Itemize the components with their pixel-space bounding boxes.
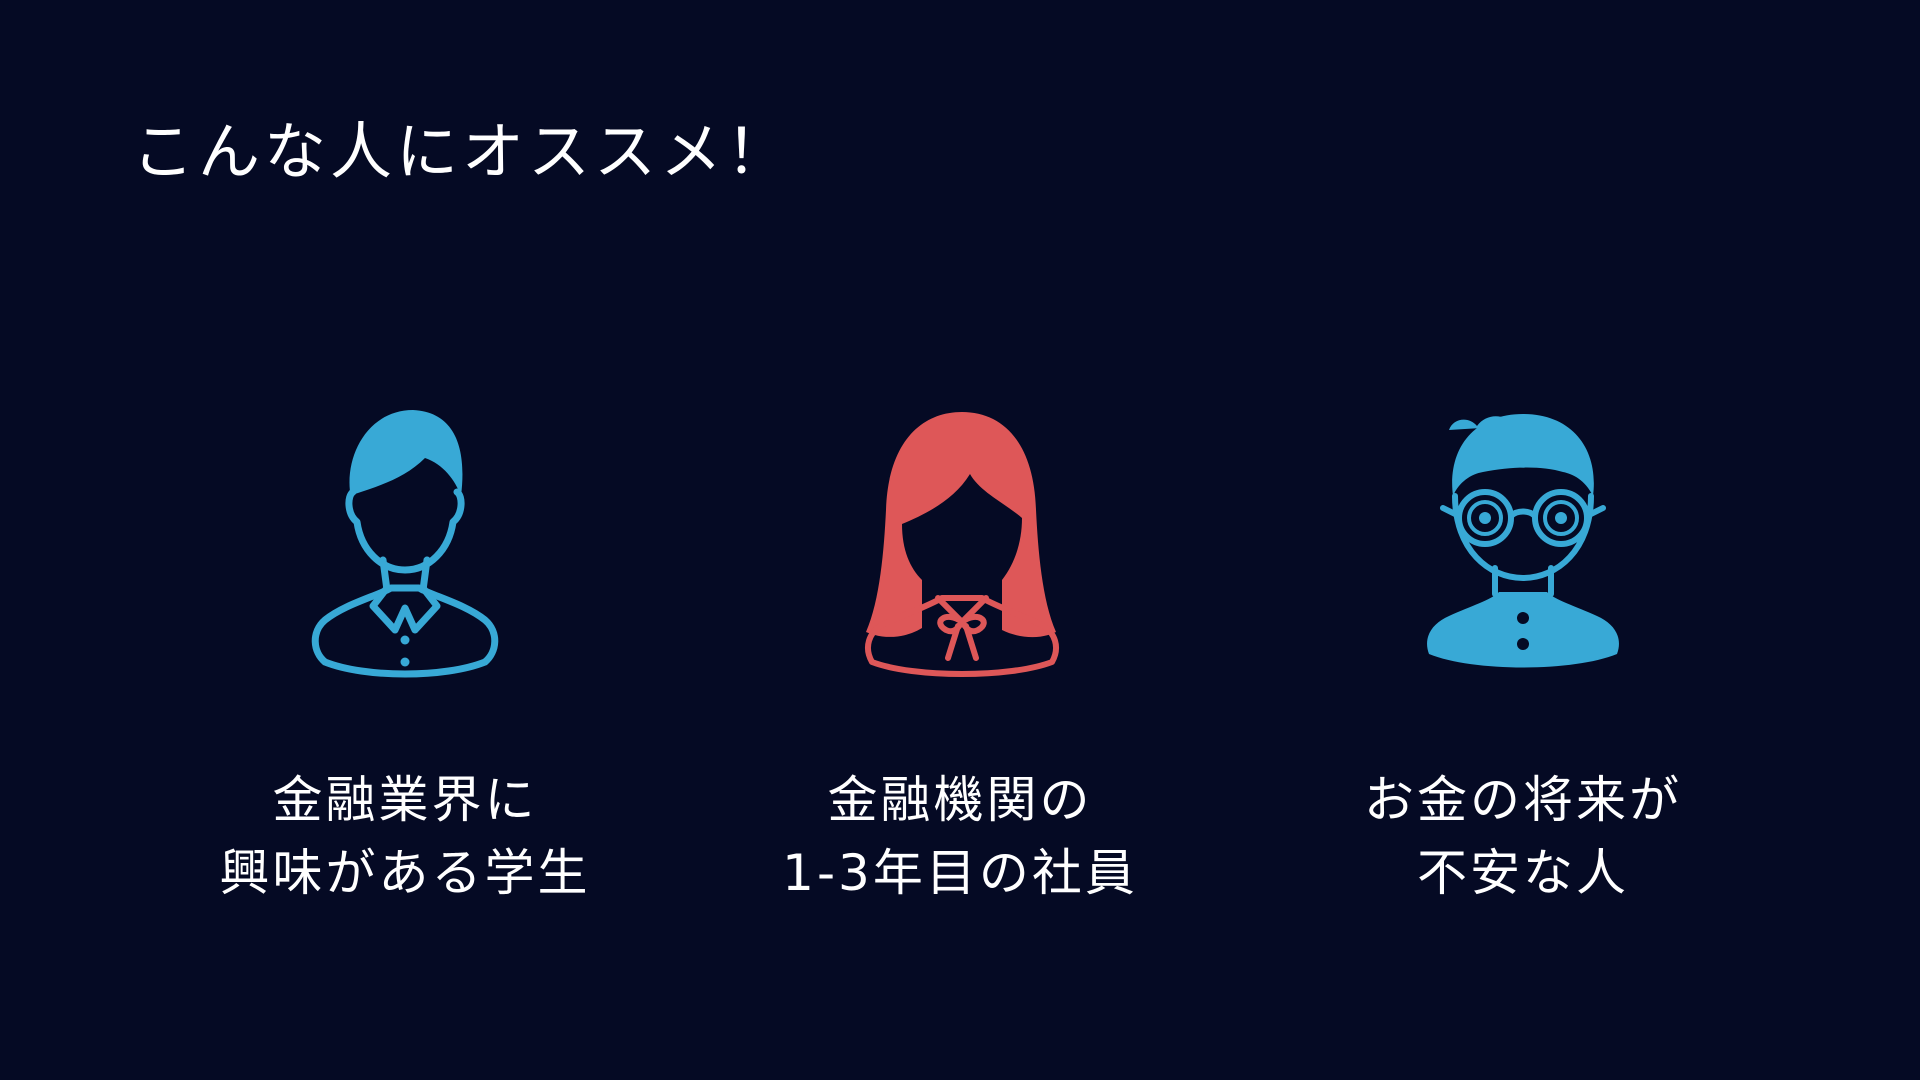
- persona-caption-line2: 興味がある学生: [219, 844, 591, 902]
- persona-caption: 金融機関の 1-3年目の社員: [750, 764, 1170, 910]
- persona-card-student: 金融業界に 興味がある学生: [195, 400, 615, 910]
- anxious-man-with-swirly-glasses-icon: [1427, 414, 1619, 668]
- persona-caption-line2: 不安な人: [1417, 844, 1629, 902]
- persona-caption-line1: 金融機関の: [827, 771, 1093, 829]
- slide-title: こんな人にオススメ！: [132, 115, 793, 188]
- persona-caption-line2: 1-3年目の社員: [782, 844, 1138, 902]
- persona-caption-line1: お金の将来が: [1364, 771, 1682, 829]
- persona-caption: 金融業界に 興味がある学生: [195, 764, 615, 910]
- persona-card-employee: 金融機関の 1-3年目の社員: [750, 400, 1170, 910]
- female-employee-icon: [865, 412, 1059, 677]
- persona-caption-line1: 金融業界に: [272, 771, 538, 829]
- persona-caption: お金の将来が 不安な人: [1313, 764, 1733, 910]
- persona-card-anxious: お金の将来が 不安な人: [1313, 400, 1733, 910]
- slide: こんな人にオススメ！ 金融業界に 興味がある学生 金融機関の 1-3年目の社員 …: [0, 0, 1920, 1080]
- male-student-icon: [311, 410, 499, 678]
